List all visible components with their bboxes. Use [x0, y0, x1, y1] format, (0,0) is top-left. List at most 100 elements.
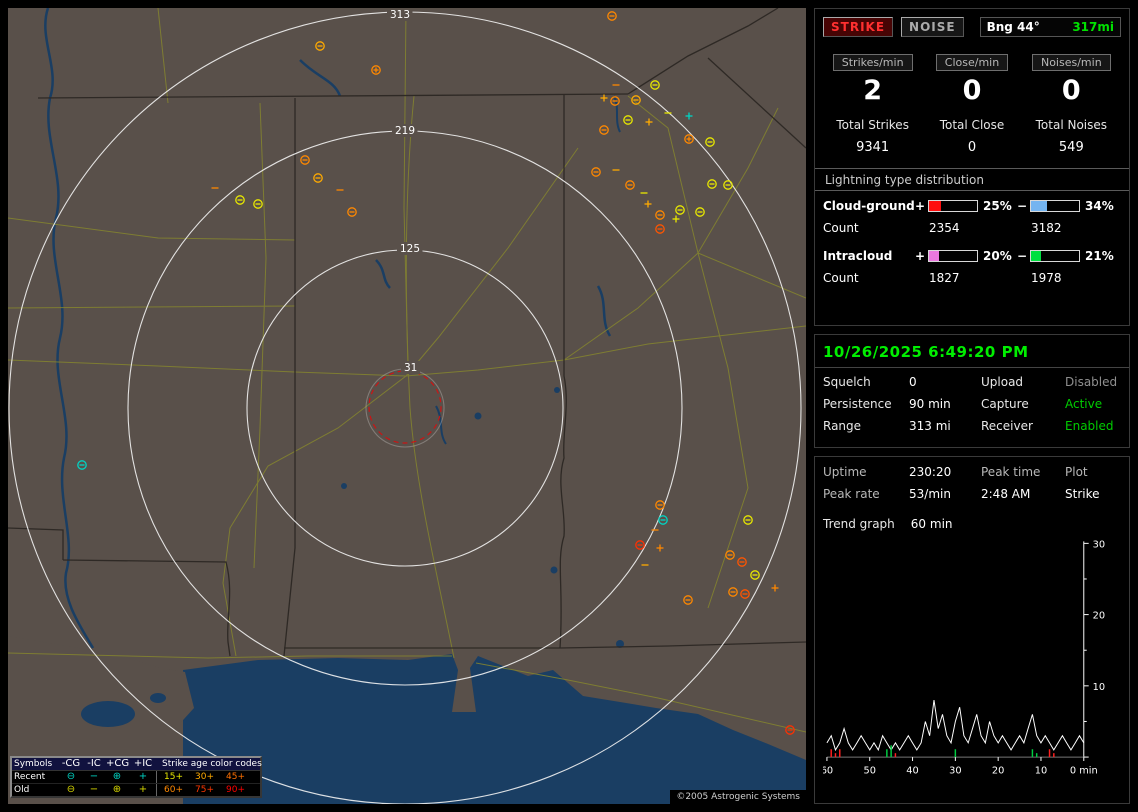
- cg-plus-pct: 25%: [983, 199, 1012, 213]
- cg-plus-bar: [928, 200, 978, 212]
- persistence-label: Persistence: [823, 397, 892, 411]
- copyright-notice: ©2005 Astrogenic Systems: [670, 790, 806, 804]
- ic-neg-icon: −: [89, 771, 99, 782]
- close-per-min-button[interactable]: Close/min: [935, 54, 1009, 71]
- cg-pos-icon: ⊕: [112, 784, 122, 795]
- capture-label: Capture: [981, 397, 1029, 411]
- peak-time-label: Peak time: [981, 465, 1041, 479]
- strikes-per-min-button[interactable]: Strikes/min: [832, 54, 913, 71]
- range-label: Range: [823, 419, 862, 433]
- ring-label: 125: [400, 243, 420, 255]
- minus-sign: −: [1017, 249, 1028, 263]
- capture-status: Active: [1065, 397, 1103, 411]
- ic-pos-icon: +: [138, 784, 148, 795]
- cg-minus-pct: 34%: [1085, 199, 1114, 213]
- ring-label: 31: [404, 362, 417, 374]
- total-strikes-label: Total Strikes: [836, 118, 909, 132]
- strikes-per-min-value: 2: [863, 75, 883, 106]
- status-panel: 10/26/2025 6:49:20 PM Squelch 0 Upload D…: [814, 334, 1130, 448]
- sidebar: STRIKE NOISE Bng 44° 317mi Strikes/min C…: [814, 8, 1130, 804]
- ring-label: 219: [395, 125, 415, 137]
- range-value: 313 mi: [909, 419, 951, 433]
- age-90: 90+: [226, 785, 245, 795]
- divider: [815, 190, 1129, 191]
- noises-per-min-value: 0: [1061, 75, 1081, 106]
- trend-x-tick-label: 10: [1035, 766, 1047, 777]
- trend-series-line: [826, 700, 1085, 752]
- noise-mode-button[interactable]: NOISE: [901, 17, 964, 37]
- peak-time-value: 2:48 AM: [981, 487, 1031, 501]
- trend-x-tick-label: 0 min: [1070, 766, 1098, 777]
- cg-neg-icon: ⊖: [66, 771, 76, 782]
- legend-age-header: Strike age color codes: [162, 759, 262, 769]
- ic-pos-icon: +: [138, 771, 148, 782]
- age-45: 45+: [226, 772, 245, 782]
- age-15: 15+: [164, 772, 183, 782]
- cg-plus-count: 2354: [929, 221, 960, 235]
- cloud-ground-count-row: Count 2354 3182: [823, 221, 1121, 235]
- receiver-label: Receiver: [981, 419, 1033, 433]
- trend-x-ticks: [826, 757, 1085, 761]
- trend-y-tick-label: 30: [1093, 539, 1105, 550]
- ic-plus-pct: 20%: [983, 249, 1012, 263]
- total-noises-value: 549: [1058, 140, 1084, 155]
- datetime-display: 10/26/2025 6:49:20 PM: [823, 343, 1029, 361]
- age-30: 30+: [195, 772, 214, 782]
- ring-label: 313: [390, 9, 410, 21]
- plot-label: Plot: [1065, 465, 1088, 479]
- ic-plus-count: 1827: [929, 271, 960, 285]
- peak-rate-value: 53/min: [909, 487, 951, 501]
- bearing-range-readout: Bng 44° 317mi: [979, 17, 1121, 37]
- legend-symbols-header: Symbols: [14, 759, 53, 769]
- cg-minus-count: 3182: [1031, 221, 1062, 235]
- legend-col-cg-neg: -CG: [61, 758, 81, 769]
- upload-label: Upload: [981, 375, 1024, 389]
- ic-minus-pct: 21%: [1085, 249, 1114, 263]
- ic-minus-bar: [1030, 250, 1080, 262]
- lightning-map[interactable]: 313 219 125 31 Symbols -CG -IC +CG +IC Stri…: [8, 8, 806, 804]
- count-label: Count: [823, 221, 859, 235]
- intracloud-label: Intracloud: [823, 249, 893, 263]
- cg-pos-icon: ⊕: [112, 771, 122, 782]
- receiver-status: Enabled: [1065, 419, 1114, 433]
- total-close-value: 0: [967, 140, 977, 155]
- cloud-ground-label: Cloud-ground: [823, 199, 915, 213]
- trend-x-tick-label: 40: [906, 766, 918, 777]
- trend-axes: [826, 541, 1089, 758]
- trend-window-value: 60 min: [910, 517, 953, 531]
- minus-sign: −: [1017, 199, 1028, 213]
- strike-mode-button[interactable]: STRIKE: [823, 17, 894, 37]
- intracloud-row: Intracloud + 20% − 21%: [823, 249, 1121, 263]
- squelch-label: Squelch: [823, 375, 871, 389]
- total-noises-label: Total Noises: [1035, 118, 1108, 132]
- uptime-label: Uptime: [823, 465, 867, 479]
- divider: [815, 367, 1129, 368]
- upload-status: Disabled: [1065, 375, 1118, 389]
- trend-y-tick-label: 20: [1093, 611, 1105, 622]
- distribution-title: Lightning type distribution: [825, 173, 984, 187]
- legend-old-label: Old: [14, 785, 30, 795]
- map-canvas: 313 219 125 31: [8, 8, 806, 804]
- trend-y-tick-label: 10: [1093, 682, 1105, 693]
- trend-x-tick-label: 50: [863, 766, 875, 777]
- cg-neg-icon: ⊖: [66, 784, 76, 795]
- total-close-label: Total Close: [939, 118, 1005, 132]
- cg-minus-bar: [1030, 200, 1080, 212]
- noises-per-min-button[interactable]: Noises/min: [1031, 54, 1111, 71]
- range-value: 317mi: [1072, 20, 1114, 34]
- count-label: Count: [823, 271, 859, 285]
- plot-value: Strike: [1065, 487, 1100, 501]
- persistence-value: 90 min: [909, 397, 951, 411]
- squelch-value: 0: [909, 375, 917, 389]
- ic-plus-bar: [928, 250, 978, 262]
- stats-panel: STRIKE NOISE Bng 44° 317mi Strikes/min C…: [814, 8, 1130, 326]
- symbol-legend: Symbols -CG -IC +CG +IC Strike age color…: [10, 756, 262, 798]
- bearing-value: Bng 44°: [986, 20, 1040, 34]
- ic-minus-count: 1978: [1031, 271, 1062, 285]
- ic-neg-icon: −: [89, 784, 99, 795]
- age-75: 75+: [195, 785, 214, 795]
- plus-sign: +: [915, 249, 926, 263]
- trend-x-tick-label: 60: [823, 766, 833, 777]
- age-60: 60+: [164, 785, 183, 795]
- legend-recent-label: Recent: [14, 772, 46, 782]
